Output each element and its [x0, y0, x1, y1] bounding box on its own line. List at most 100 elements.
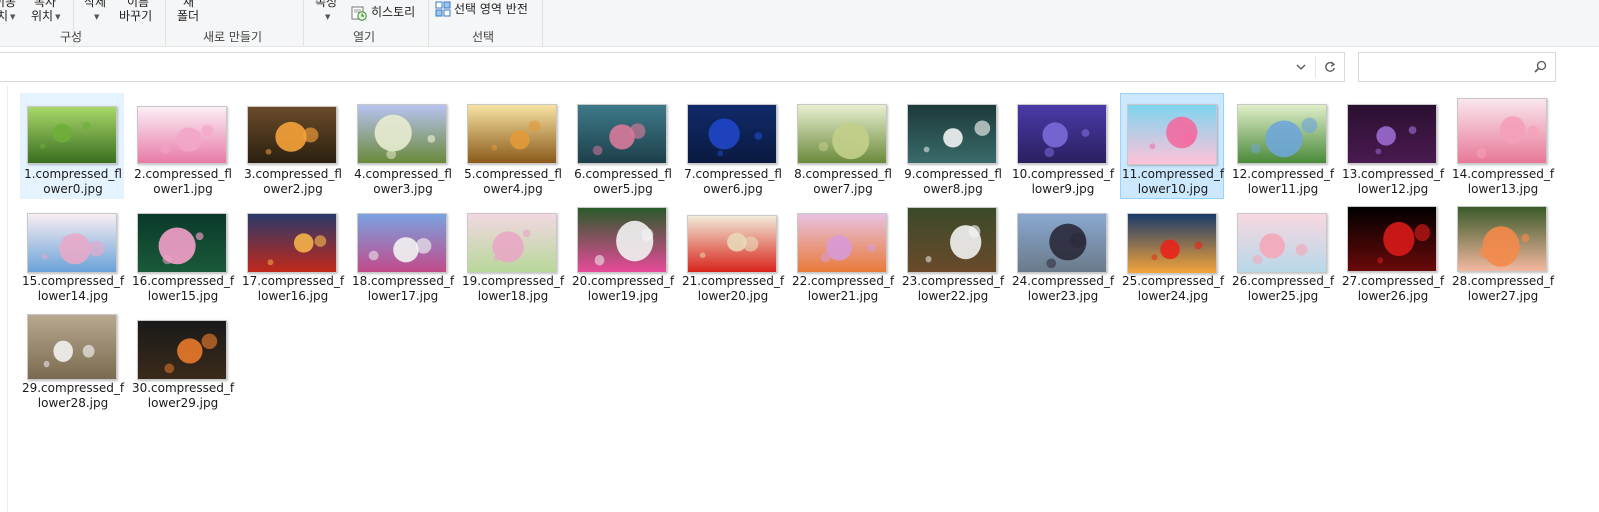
file-name-line2: lower11.jpg: [1247, 182, 1319, 196]
file-item[interactable]: 2.compressed_fl ower1.jpg: [130, 93, 234, 199]
file-item[interactable]: 8.compressed_fl ower7.jpg: [790, 93, 894, 199]
file-item[interactable]: 16.compressed_f lower15.jpg: [130, 200, 234, 306]
rename-button-line1[interactable]: 이름: [127, 0, 149, 9]
file-item[interactable]: 9.compressed_fl ower8.jpg: [900, 93, 1004, 199]
file-item[interactable]: 1.compressed_fl ower0.jpg: [20, 93, 124, 199]
file-item[interactable]: 6.compressed_fl ower5.jpg: [570, 93, 674, 199]
image-thumbnail: [467, 213, 557, 273]
delete-button[interactable]: 삭제: [84, 0, 106, 9]
file-item[interactable]: 13.compressed_f lower12.jpg: [1340, 93, 1444, 199]
file-name-line1: 30.compressed_f: [131, 381, 235, 395]
file-name-label: 28.compressed_f lower27.jpg: [1451, 274, 1555, 304]
file-name-line1: 8.compressed_fl: [794, 167, 892, 181]
file-name-label: 10.compressed_f lower9.jpg: [1011, 167, 1115, 197]
file-name-line1: 21.compressed_f: [681, 274, 785, 288]
file-name-line2: ower7.jpg: [813, 182, 873, 196]
chevron-down-icon[interactable]: ▼: [92, 9, 99, 25]
copy-to-button-line1[interactable]: 복사: [34, 0, 56, 9]
file-item[interactable]: 25.compressed_f lower24.jpg: [1120, 200, 1224, 306]
file-item[interactable]: 19.compressed_f lower18.jpg: [460, 200, 564, 306]
image-thumbnail: [1127, 104, 1217, 165]
file-name-line1: 9.compressed_fl: [904, 167, 1002, 181]
file-item[interactable]: 17.compressed_f lower16.jpg: [240, 200, 344, 306]
file-item[interactable]: 10.compressed_f lower9.jpg: [1010, 93, 1114, 199]
move-to-button[interactable]: 치▼: [0, 9, 15, 25]
file-name-label: 9.compressed_fl ower8.jpg: [901, 167, 1005, 197]
ribbon-separator: [303, 0, 304, 46]
file-name-label: 27.compressed_f lower26.jpg: [1341, 274, 1445, 304]
file-item[interactable]: 3.compressed_fl ower2.jpg: [240, 93, 344, 199]
chevron-down-icon[interactable]: ▼: [323, 9, 330, 25]
invert-selection-button[interactable]: 선택 영역 반전: [454, 2, 528, 16]
refresh-icon[interactable]: [1316, 53, 1344, 81]
file-item[interactable]: 26.compressed_f lower25.jpg: [1230, 200, 1334, 306]
file-name-line1: 3.compressed_fl: [244, 167, 342, 181]
image-thumbnail: [27, 314, 117, 380]
file-item[interactable]: 11.compressed_f lower10.jpg: [1120, 93, 1224, 199]
file-name-line1: 29.compressed_f: [21, 381, 125, 395]
file-name-line2: ower6.jpg: [703, 182, 763, 196]
file-item[interactable]: 30.compressed_f lower29.jpg: [130, 307, 234, 413]
address-bar[interactable]: [0, 52, 1345, 82]
file-name-line2: lower28.jpg: [37, 396, 109, 410]
file-name-label: 26.compressed_f lower25.jpg: [1231, 274, 1335, 304]
file-item[interactable]: 18.compressed_f lower17.jpg: [350, 200, 454, 306]
file-name-label: 13.compressed_f lower12.jpg: [1341, 167, 1445, 197]
file-name-line2: lower9.jpg: [1031, 182, 1095, 196]
image-thumbnail: [577, 104, 667, 164]
image-thumbnail: [687, 215, 777, 273]
file-name-line2: ower1.jpg: [153, 182, 213, 196]
file-name-line1: 18.compressed_f: [351, 274, 455, 288]
file-item[interactable]: 7.compressed_fl ower6.jpg: [680, 93, 784, 199]
image-thumbnail: [1347, 104, 1437, 164]
file-name-line1: 28.compressed_f: [1451, 274, 1555, 288]
image-thumbnail: [137, 320, 227, 380]
rename-button[interactable]: 바꾸기: [119, 9, 152, 23]
file-item[interactable]: 29.compressed_f lower28.jpg: [20, 307, 124, 413]
chevron-down-icon: ▼: [10, 13, 16, 21]
copy-to-button[interactable]: 위치 ▼: [31, 9, 60, 25]
navigation-pane: [0, 86, 8, 512]
file-name-line2: ower2.jpg: [263, 182, 323, 196]
chevron-down-icon[interactable]: [1287, 53, 1315, 81]
file-item[interactable]: 23.compressed_f lower22.jpg: [900, 200, 1004, 306]
image-thumbnail: [247, 213, 337, 273]
file-name-label: 14.compressed_f lower13.jpg: [1451, 167, 1555, 197]
file-item[interactable]: 20.compressed_f lower19.jpg: [570, 200, 674, 306]
file-name-line1: 7.compressed_fl: [684, 167, 782, 181]
file-name-line1: 23.compressed_f: [901, 274, 1005, 288]
file-name-line2: ower3.jpg: [373, 182, 433, 196]
file-name-line1: 19.compressed_f: [461, 274, 565, 288]
search-input[interactable]: [1358, 52, 1556, 82]
ribbon-separator: [428, 0, 429, 46]
file-name-line1: 11.compressed_f: [1121, 167, 1225, 181]
file-item[interactable]: 24.compressed_f lower23.jpg: [1010, 200, 1114, 306]
file-item[interactable]: 14.compressed_f lower13.jpg: [1450, 93, 1554, 199]
file-item[interactable]: 21.compressed_f lower20.jpg: [680, 200, 784, 306]
image-thumbnail: [137, 106, 227, 164]
image-thumbnail: [1237, 104, 1327, 164]
new-folder-button-line1[interactable]: 새: [183, 0, 194, 9]
file-name-line2: lower12.jpg: [1357, 182, 1429, 196]
file-item[interactable]: 5.compressed_fl ower4.jpg: [460, 93, 564, 199]
file-item[interactable]: 22.compressed_f lower21.jpg: [790, 200, 894, 306]
history-button[interactable]: 히스토리: [371, 5, 415, 19]
file-item[interactable]: 15.compressed_f lower14.jpg: [20, 200, 124, 306]
properties-button[interactable]: 속성: [315, 0, 337, 9]
image-thumbnail: [1457, 206, 1547, 272]
move-to-button-line1[interactable]: 이동: [0, 0, 16, 9]
file-name-label: 20.compressed_f lower19.jpg: [571, 274, 675, 304]
file-name-line2: lower29.jpg: [147, 396, 219, 410]
ribbon-separator: [542, 0, 543, 46]
new-folder-button[interactable]: 폴더: [177, 9, 199, 23]
file-name-line1: 13.compressed_f: [1341, 167, 1445, 181]
file-item[interactable]: 28.compressed_f lower27.jpg: [1450, 200, 1554, 306]
file-item[interactable]: 27.compressed_f lower26.jpg: [1340, 200, 1444, 306]
search-icon[interactable]: [1534, 60, 1547, 73]
file-item[interactable]: 4.compressed_fl ower3.jpg: [350, 93, 454, 199]
file-name-line2: lower15.jpg: [147, 289, 219, 303]
chevron-down-icon: ▼: [55, 13, 61, 21]
file-item[interactable]: 12.compressed_f lower11.jpg: [1230, 93, 1334, 199]
file-name-line2: lower25.jpg: [1247, 289, 1319, 303]
file-name-label: 24.compressed_f lower23.jpg: [1011, 274, 1115, 304]
